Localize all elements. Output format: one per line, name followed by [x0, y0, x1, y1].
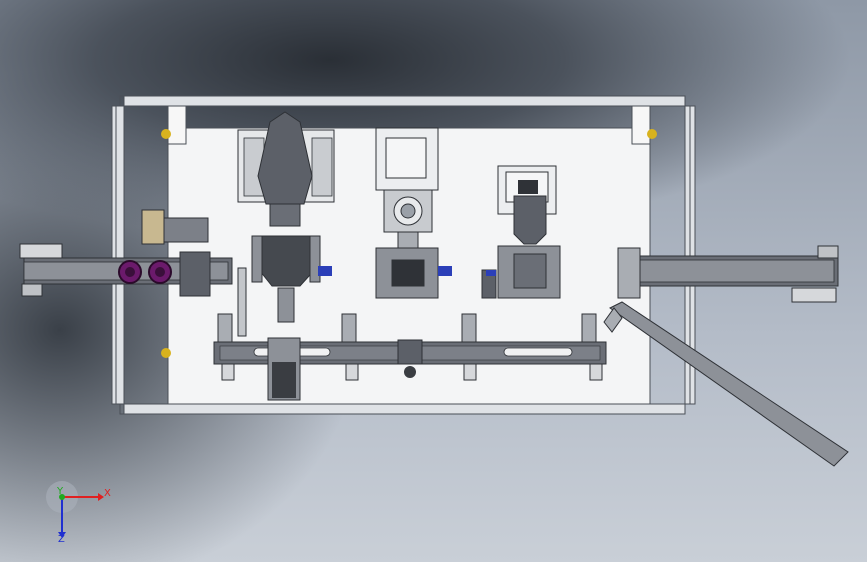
- z-axis-label: Z: [58, 534, 65, 545]
- x-axis-label: X: [104, 488, 111, 499]
- coordinate-triad: X Y Z: [46, 481, 111, 545]
- y-axis-label: Y: [56, 486, 64, 497]
- right-conveyor: [617, 245, 839, 303]
- assembly-model: X Y Z: [19, 95, 849, 545]
- cad-viewport[interactable]: X Y Z: [0, 0, 867, 562]
